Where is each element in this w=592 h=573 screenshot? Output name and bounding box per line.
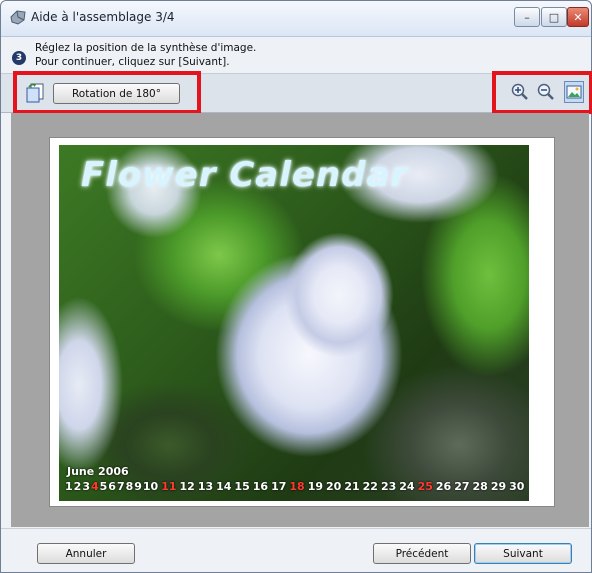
- assembly-assistant-window: Aide à l'assemblage 3/4 – □ ✕ 3 Réglez l…: [0, 0, 592, 573]
- cancel-label: Annuler: [65, 547, 107, 560]
- calendar-day: 8: [125, 480, 134, 493]
- calendar-day: 13: [197, 480, 214, 493]
- instruction-line-2: Pour continuer, cliquez sur [Suivant].: [35, 56, 230, 68]
- minimize-icon: –: [524, 10, 530, 24]
- instruction-line-1: Réglez la position de la synthèse d'imag…: [35, 42, 257, 54]
- calendar-day: 17: [271, 480, 287, 493]
- calendar-day: 2: [73, 480, 82, 493]
- calendar-days: 12345678910 11 12 13 14 15 16 17 18 19 20 21 22 23 24 2…: [65, 480, 527, 493]
- fit-to-window-icon: [566, 85, 582, 99]
- calendar-month: June 2006: [67, 465, 129, 478]
- calendar-day: 27: [454, 480, 470, 493]
- calendar-day: 11: [161, 480, 177, 493]
- zoom-in-icon[interactable]: [510, 82, 530, 102]
- calendar-day: 6: [108, 480, 116, 493]
- rotate-180-button[interactable]: Rotation de 180°: [53, 83, 180, 104]
- close-icon: ✕: [573, 10, 583, 24]
- calendar-day: 22: [362, 480, 378, 493]
- calendar-day: 9: [134, 480, 142, 493]
- toolbar: Rotation de 180°: [1, 73, 591, 113]
- calendar-day: 15: [234, 480, 250, 493]
- cancel-button[interactable]: Annuler: [37, 543, 135, 564]
- calendar-day: 3: [82, 480, 90, 493]
- calendar-day: 5: [99, 480, 108, 493]
- app-icon: [10, 10, 26, 25]
- maximize-icon: □: [548, 10, 560, 24]
- window-title: Aide à l'assemblage 3/4: [31, 10, 175, 24]
- calendar-day: 30: [509, 480, 525, 493]
- rotate-icon: [26, 83, 44, 103]
- step-number-icon: 3: [12, 51, 26, 65]
- calendar-day: 21: [344, 480, 360, 493]
- calendar-day: 10: [142, 480, 159, 493]
- maximize-button[interactable]: □: [541, 7, 567, 27]
- next-button[interactable]: Suivant: [474, 543, 572, 564]
- fit-to-window-button[interactable]: [564, 81, 584, 103]
- paper-page: Flower Calendar June 2006 12345678910 11 1…: [49, 137, 555, 507]
- minimize-button[interactable]: –: [514, 7, 540, 27]
- calendar-day: 28: [472, 480, 488, 493]
- footer: Annuler Précédent Suivant: [1, 528, 591, 572]
- calendar-day: 29: [490, 480, 507, 493]
- calendar-day: 12: [179, 480, 195, 493]
- calendar-photo[interactable]: Flower Calendar June 2006 12345678910 11 1…: [59, 145, 529, 501]
- calendar-day: 19: [307, 480, 324, 493]
- preview-canvas[interactable]: Flower Calendar June 2006 12345678910 11 1…: [11, 113, 589, 527]
- calendar-day: 4: [90, 480, 99, 493]
- calendar-day: 23: [380, 480, 397, 493]
- title-bar: Aide à l'assemblage 3/4 – □ ✕: [1, 1, 591, 37]
- calendar-day: 26: [435, 480, 452, 493]
- rotate-180-label: Rotation de 180°: [71, 87, 161, 100]
- next-label: Suivant: [503, 547, 543, 560]
- calendar-day: 16: [252, 480, 269, 493]
- calendar-day: 1: [65, 480, 73, 493]
- previous-label: Précédent: [395, 547, 449, 560]
- calendar-day: 7: [116, 480, 125, 493]
- calendar-day: 18: [289, 480, 305, 493]
- close-button[interactable]: ✕: [567, 7, 589, 27]
- calendar-day: 14: [216, 480, 232, 493]
- calendar-title: Flower Calendar: [81, 155, 409, 195]
- zoom-out-icon[interactable]: [536, 82, 556, 102]
- calendar-day: 24: [399, 480, 415, 493]
- instruction-panel: 3 Réglez la position de la synthèse d'im…: [1, 38, 591, 72]
- previous-button[interactable]: Précédent: [373, 543, 471, 564]
- calendar-day: 20: [326, 480, 342, 493]
- calendar-day: 25: [417, 480, 433, 493]
